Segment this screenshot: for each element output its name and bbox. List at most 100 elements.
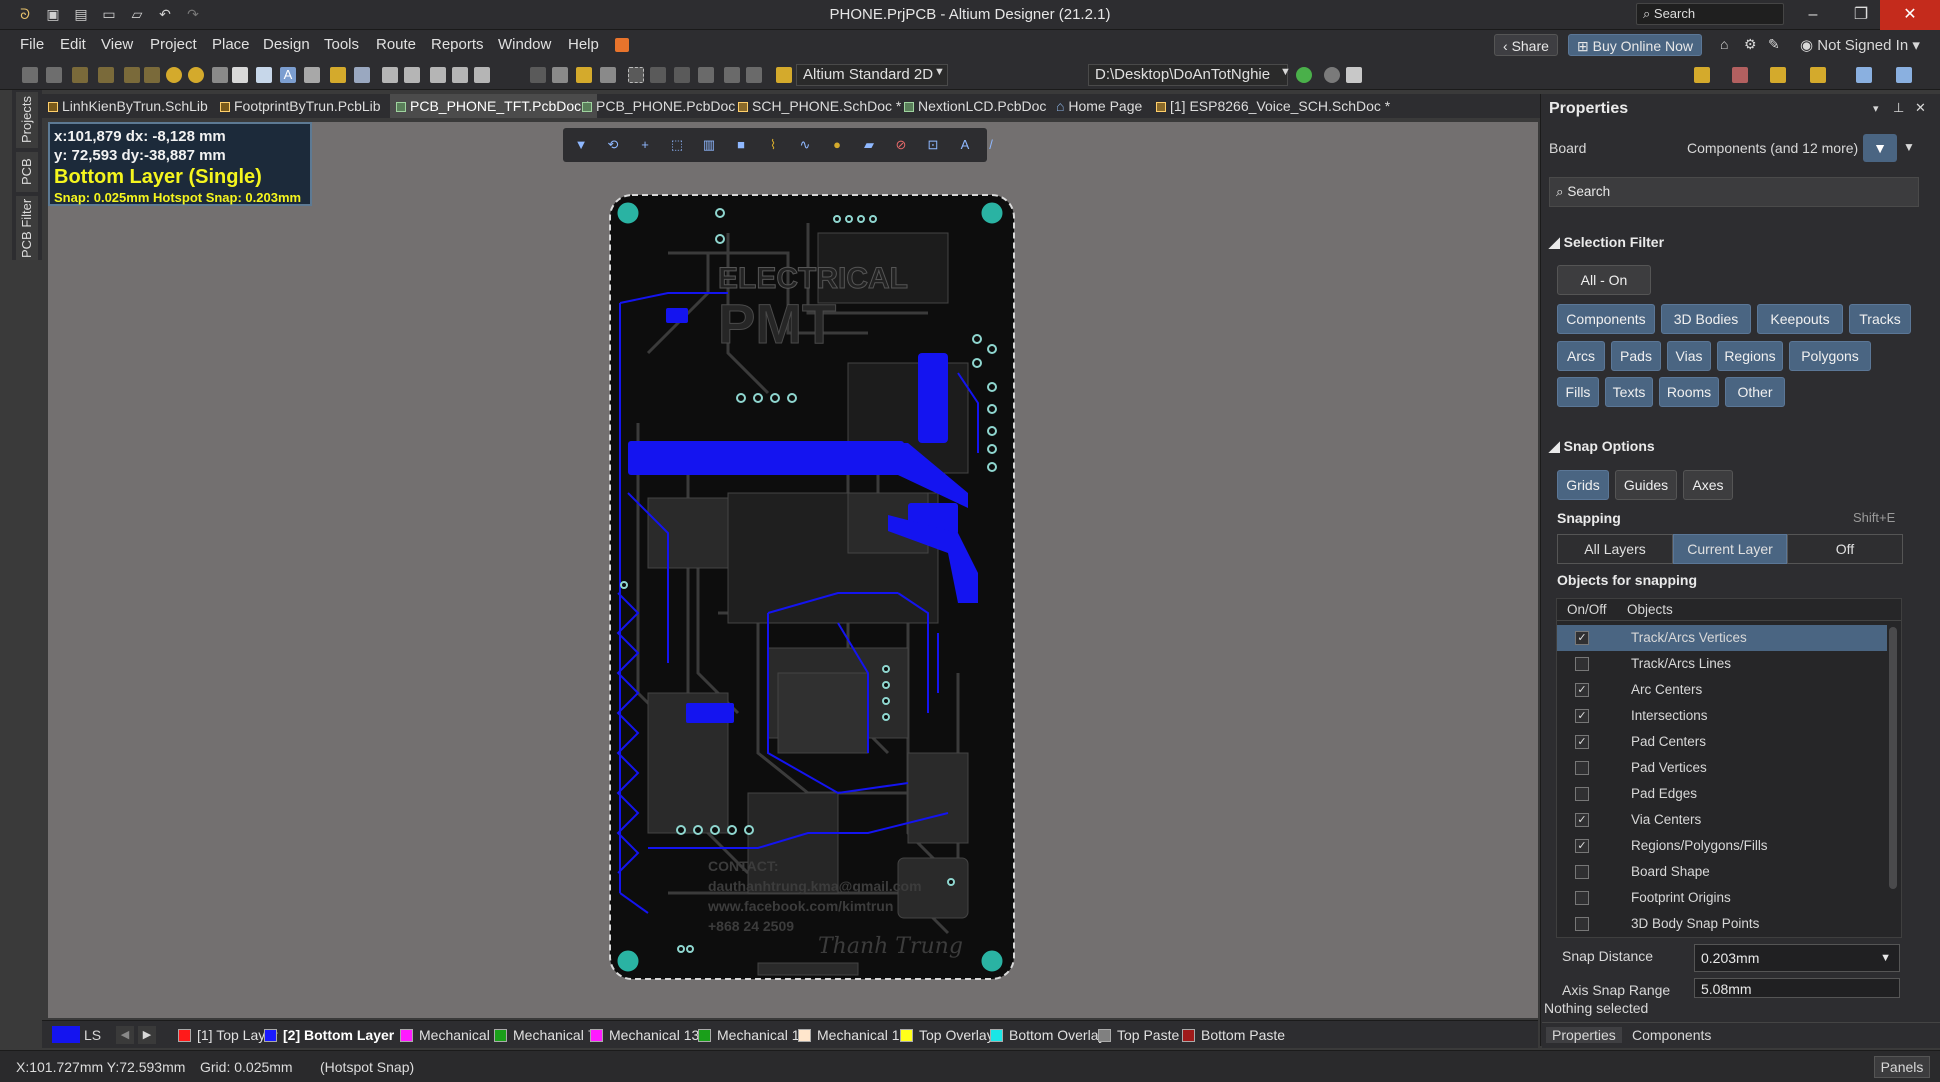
interactive-icon[interactable] [144,67,160,83]
align-components-icon[interactable]: ▥ [701,137,717,153]
text-icon[interactable]: A [280,67,296,83]
select-area-icon[interactable] [628,67,644,83]
hatch-icon[interactable] [46,67,62,83]
snap-object-checkbox[interactable] [1575,761,1589,775]
align-icon[interactable] [674,67,690,83]
tab-components-panel[interactable]: Components [1626,1027,1717,1043]
tab-pcb-phone[interactable]: PCB_PHONE.PcbDoc [582,94,735,118]
minimize-button[interactable]: – [1790,0,1836,30]
snap-current-layer-button[interactable]: Current Layer [1673,534,1787,564]
filter-rooms-button[interactable]: Rooms [1659,377,1719,407]
back-icon[interactable] [1296,67,1312,83]
buy-online-button[interactable]: ⊞ Buy Online Now [1568,34,1703,56]
snap-off-button[interactable]: Off [1787,534,1903,564]
tab-pcb-phone-tft[interactable]: PCB_PHONE_TFT.PcbDoc * [390,94,597,118]
snap-object-checkbox[interactable]: ✓ [1575,709,1589,723]
save-toolbar-icon[interactable] [354,67,370,83]
snap-object-checkbox[interactable]: ✓ [1575,735,1589,749]
snap-object-checkbox[interactable]: ✓ [1575,813,1589,827]
filter-polygons-button[interactable]: Polygons [1789,341,1871,371]
tab-pcb-filter-panel[interactable]: PCB Filter [16,196,38,260]
cross-select-icon[interactable]: + [637,137,653,153]
snap-object-row[interactable]: Pad Vertices [1557,755,1887,781]
tab-footprint-pcblib[interactable]: FootprintByTrun.PcbLib [220,94,381,118]
document-icon[interactable] [1346,67,1362,83]
select-icon[interactable] [22,67,38,83]
tab-pcb-panel[interactable]: PCB [16,152,38,192]
measure-icon[interactable] [1694,67,1710,83]
region-icon[interactable] [256,67,272,83]
filter-arcs-button[interactable]: Arcs [1557,341,1605,371]
tab-projects-panel[interactable]: Projects [16,92,38,148]
snap-distance-select[interactable]: 0.203mm ▼ [1694,944,1900,972]
window-layout-icon[interactable] [1856,67,1872,83]
keepout-icon[interactable]: ⊘ [893,137,909,153]
arc-icon[interactable] [212,67,228,83]
forward-icon[interactable] [1324,67,1340,83]
layer-tab[interactable]: [1] Top Layer [178,1027,278,1043]
dimension-icon[interactable]: ⊡ [925,137,941,153]
filter-button[interactable]: ▼ [1863,134,1897,162]
pin-icon[interactable]: ⊥ [1893,100,1904,116]
axis-snap-range-input[interactable]: 5.08mm [1694,978,1900,998]
all-on-button[interactable]: All - On [1557,265,1651,295]
filter-fills-button[interactable]: Fills [1557,377,1599,407]
gear-icon[interactable]: ⚙ [1744,36,1757,53]
snap-object-row[interactable]: ✓ Intersections [1557,703,1887,729]
menu-project[interactable]: Project [150,36,197,53]
fill-icon[interactable] [232,67,248,83]
flag-icon[interactable] [1770,67,1786,83]
route-icon[interactable] [72,67,88,83]
zoom-selected-icon[interactable] [474,67,490,83]
layer-tab[interactable]: Mechanical 7 [494,1027,596,1043]
tab-properties-panel[interactable]: Properties [1546,1027,1622,1043]
snap-object-row[interactable]: ✓ Pad Centers [1557,729,1887,755]
layer-tab[interactable]: Bottom Overlay [990,1027,1105,1043]
print-icon[interactable] [382,67,398,83]
filter-components-button[interactable]: Components [1557,304,1655,334]
snap-object-checkbox[interactable] [1575,917,1589,931]
zoom-area-icon[interactable] [452,67,468,83]
snap-object-checkbox[interactable]: ✓ [1575,839,1589,853]
view-mode-select[interactable]: Altium Standard 2D [796,64,948,86]
redo-toolbar-icon[interactable] [746,67,762,83]
table-scrollbar[interactable] [1889,627,1897,889]
via-icon[interactable] [166,67,182,83]
filter-tracks-button[interactable]: Tracks [1849,304,1911,334]
layer-set-button[interactable]: LS [84,1027,101,1043]
tab-nextion-lcd[interactable]: NextionLCD.PcbDoc [904,94,1046,118]
route-tool-icon[interactable]: ⌇ [765,137,781,153]
filter-regions-button[interactable]: Regions [1717,341,1783,371]
length-tune-icon[interactable]: ∿ [797,137,813,153]
layers-prev-icon[interactable]: ◀ [116,1026,134,1044]
layer-tab[interactable]: Mechanical 13 [590,1027,699,1043]
panel-search-input[interactable]: ⌕ Search [1549,177,1919,207]
snap-object-row[interactable]: 3D Body Snap Points [1557,911,1887,937]
pad-icon[interactable] [188,67,204,83]
tab-home-page[interactable]: ⌂ Home Page [1056,94,1142,118]
menu-reports[interactable]: Reports [431,36,484,53]
snap-object-checkbox[interactable] [1575,657,1589,671]
select-rect-icon[interactable]: ⬚ [669,137,685,153]
menu-design[interactable]: Design [263,36,310,53]
snap-object-row[interactable]: Footprint Origins [1557,885,1887,911]
tab-linhkien-schlib[interactable]: LinhKienByTrun.SchLib [48,94,208,118]
grid-icon[interactable] [1896,67,1912,83]
menu-route[interactable]: Route [376,36,416,53]
menu-place[interactable]: Place [212,36,250,53]
menu-help[interactable]: Help [568,36,599,53]
layer-tab[interactable]: Top Overlay [900,1027,994,1043]
paste-icon[interactable] [576,67,592,83]
filter-3d-bodies-button[interactable]: 3D Bodies [1661,304,1751,334]
snap-object-row[interactable]: ✓ Arc Centers [1557,677,1887,703]
place-string-icon[interactable]: A [957,137,973,153]
filter-pads-button[interactable]: Pads [1611,341,1661,371]
polygon-icon[interactable] [304,67,320,83]
home-icon[interactable]: ⌂ [1720,36,1728,52]
clear-filter-icon[interactable] [698,67,714,83]
move-icon[interactable] [650,67,666,83]
menu-window[interactable]: Window [498,36,551,53]
pcb-board[interactable]: ELECTRICAL PMT CONTACT: dauthanhtrung.km… [608,193,1018,983]
rubber-stamp-icon[interactable] [600,67,616,83]
interactive-routing-icon[interactable]: ⟲ [605,137,621,153]
